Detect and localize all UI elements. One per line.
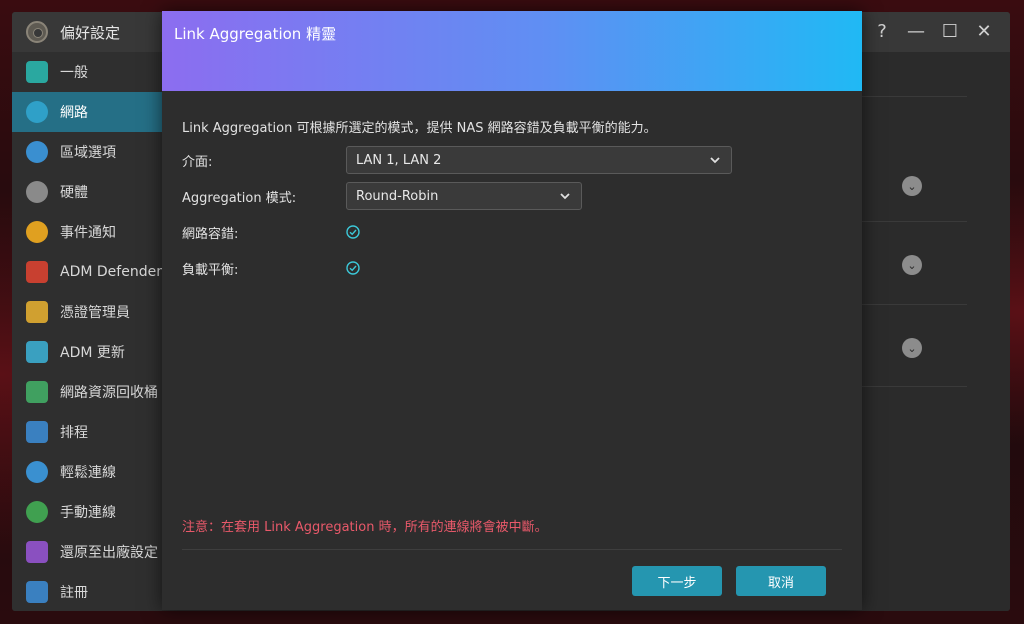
check-circle-icon bbox=[346, 261, 360, 275]
fault-tolerance-row: 網路容錯: bbox=[182, 216, 842, 248]
sidebar-item-ezconnect[interactable]: 輕鬆連線 bbox=[12, 452, 162, 492]
registration-icon bbox=[26, 581, 48, 603]
notification-icon bbox=[26, 221, 48, 243]
sidebar-item-certificate[interactable]: 憑證管理員 bbox=[12, 292, 162, 332]
chevron-down-icon bbox=[560, 193, 570, 200]
sidebar-item-label: 網路資源回收桶 bbox=[60, 385, 158, 401]
aggregation-mode-select[interactable]: Round-Robin bbox=[346, 182, 582, 210]
manual-connect-icon bbox=[26, 501, 48, 523]
sidebar-item-manual-connect[interactable]: 手動連線 bbox=[12, 492, 162, 532]
aggregation-mode-label: Aggregation 模式: bbox=[182, 190, 297, 206]
window-title: 偏好設定 bbox=[60, 23, 121, 42]
sidebar-item-general[interactable]: 一般 bbox=[12, 52, 162, 92]
update-icon bbox=[26, 341, 48, 363]
help-icon[interactable]: ? bbox=[872, 20, 892, 44]
sidebar-item-recycle-bin[interactable]: 網路資源回收桶 bbox=[12, 372, 162, 412]
reset-icon bbox=[26, 541, 48, 563]
chevron-down-icon bbox=[710, 157, 720, 164]
sidebar-item-registration[interactable]: 註冊 bbox=[12, 572, 162, 611]
sidebar-item-label: ADM Defender bbox=[60, 264, 162, 280]
sidebar-item-schedule[interactable]: 排程 bbox=[12, 412, 162, 452]
recycle-bin-icon bbox=[26, 381, 48, 403]
sidebar-item-update[interactable]: ADM 更新 bbox=[12, 332, 162, 372]
fault-tolerance-label: 網路容錯: bbox=[182, 226, 239, 242]
warning-notice: 注意：在套用 Link Aggregation 時，所有的連線將會被中斷。 bbox=[182, 520, 548, 535]
sidebar-item-label: 區域選項 bbox=[60, 145, 116, 161]
window-controls: ? — ☐ ✕ bbox=[872, 20, 994, 44]
settings-row-divider bbox=[862, 221, 967, 222]
network-settings-panel: ⌄ ⌄ ⌄ bbox=[862, 52, 1010, 611]
sidebar-item-notification[interactable]: 事件通知 bbox=[12, 212, 162, 252]
sidebar: 一般 網路 區域選項 硬體 事件通知 ADM Defender 憑證管理員 AD… bbox=[12, 52, 162, 611]
dialog-body: Link Aggregation 可根據所選定的模式，提供 NAS 網路容錯及負… bbox=[162, 91, 862, 610]
expand-chevron-icon[interactable]: ⌄ bbox=[902, 338, 922, 358]
network-globe-icon bbox=[26, 101, 48, 123]
ezconnect-icon bbox=[26, 461, 48, 483]
sidebar-item-label: 還原至出廠設定 bbox=[60, 545, 158, 561]
region-icon bbox=[26, 141, 48, 163]
maximize-icon[interactable]: ☐ bbox=[940, 20, 960, 44]
sidebar-item-factory-reset[interactable]: 還原至出廠設定 bbox=[12, 532, 162, 572]
check-circle-icon bbox=[346, 225, 360, 239]
expand-chevron-icon[interactable]: ⌄ bbox=[902, 255, 922, 275]
load-balance-row: 負載平衡: bbox=[182, 252, 842, 284]
sidebar-item-region[interactable]: 區域選項 bbox=[12, 132, 162, 172]
interface-select-value: LAN 1, LAN 2 bbox=[356, 152, 442, 168]
sidebar-item-label: 硬體 bbox=[60, 185, 88, 201]
sidebar-item-label: 輕鬆連線 bbox=[60, 465, 116, 481]
aggregation-mode-row: Aggregation 模式: Round-Robin bbox=[182, 180, 842, 212]
certificate-icon bbox=[26, 301, 48, 323]
load-balance-label: 負載平衡: bbox=[182, 262, 239, 278]
general-icon bbox=[26, 61, 48, 83]
interface-row: 介面: LAN 1, LAN 2 bbox=[182, 144, 842, 176]
sidebar-item-label: 一般 bbox=[60, 65, 88, 81]
footer-divider bbox=[182, 549, 842, 550]
sidebar-item-label: 排程 bbox=[60, 425, 88, 441]
close-icon[interactable]: ✕ bbox=[974, 20, 994, 44]
dialog-header: Link Aggregation 精靈 bbox=[162, 11, 862, 91]
sidebar-item-label: 註冊 bbox=[60, 585, 88, 601]
settings-row-divider bbox=[862, 304, 967, 305]
sidebar-item-label: 憑證管理員 bbox=[60, 305, 130, 321]
sidebar-item-label: 手動連線 bbox=[60, 505, 116, 521]
cancel-button[interactable]: 取消 bbox=[736, 566, 826, 596]
dialog-description: Link Aggregation 可根據所選定的模式，提供 NAS 網路容錯及負… bbox=[182, 121, 657, 136]
sidebar-item-label: 事件通知 bbox=[60, 225, 116, 241]
dialog-title: Link Aggregation 精靈 bbox=[174, 25, 337, 43]
aggregation-mode-value: Round-Robin bbox=[356, 188, 439, 204]
link-aggregation-wizard-dialog: Link Aggregation 精靈 Link Aggregation 可根據… bbox=[162, 11, 862, 610]
sidebar-item-hardware[interactable]: 硬體 bbox=[12, 172, 162, 212]
next-button[interactable]: 下一步 bbox=[632, 566, 722, 596]
schedule-icon bbox=[26, 421, 48, 443]
hardware-icon bbox=[26, 181, 48, 203]
minimize-icon[interactable]: — bbox=[906, 20, 926, 44]
defender-icon bbox=[26, 261, 48, 283]
settings-row-divider bbox=[862, 386, 967, 387]
interface-select[interactable]: LAN 1, LAN 2 bbox=[346, 146, 732, 174]
settings-row-divider bbox=[862, 96, 967, 97]
expand-chevron-icon[interactable]: ⌄ bbox=[902, 176, 922, 196]
interface-label: 介面: bbox=[182, 154, 213, 170]
sidebar-item-label: 網路 bbox=[60, 105, 88, 121]
preferences-gear-icon bbox=[26, 21, 48, 43]
sidebar-item-label: ADM 更新 bbox=[60, 345, 125, 361]
sidebar-item-network[interactable]: 網路 bbox=[12, 92, 162, 132]
sidebar-item-defender[interactable]: ADM Defender bbox=[12, 252, 162, 292]
